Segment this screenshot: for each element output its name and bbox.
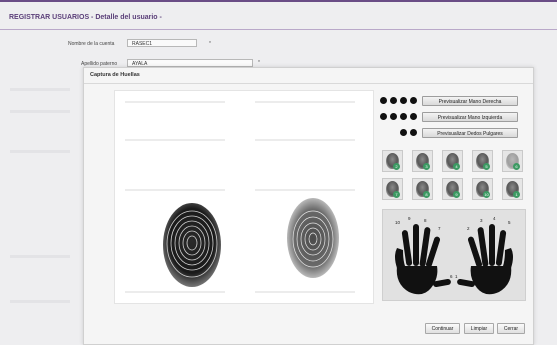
account-name-field[interactable]: RASEC1 [127,39,197,47]
fingerprint-image-right [287,198,339,278]
finger-dot [390,113,397,120]
fingerprint-capture-area [114,90,374,304]
preview-thumbs-button[interactable]: Previsualizar Dedos Pulgares [422,128,518,138]
finger-number: 1 [455,274,458,279]
finger-number-badge: 4 [453,163,460,170]
fingerprint-thumbnail[interactable]: 4 [442,150,463,172]
fingerprint-thumbnails: 2 3 4 5 6 7 8 9 10 1 [382,150,526,204]
finger-number-badge: 3 [423,163,430,170]
title-divider [0,29,557,30]
dialog-title: Captura de Huellas [90,72,140,78]
background-row [10,300,70,303]
finger-number: 6 [450,274,453,279]
fingerprint-thumbnail[interactable]: 10 [472,178,493,200]
fingerprint-thumbnail[interactable]: 5 [472,150,493,172]
preview-left-hand-button[interactable]: Previsualizar Mano Izquierda [422,112,518,122]
fingerprint-thumbnail[interactable]: 2 [382,150,403,172]
finger-number: 3 [480,218,483,223]
finger-dot [380,97,387,104]
required-mark: * [258,60,260,66]
background-row [255,291,355,293]
finger-number: 9 [408,216,411,221]
finger-number-badge: 7 [393,191,400,198]
finger-number: 4 [493,216,496,221]
fingerprint-thumbnail[interactable]: 8 [412,178,433,200]
background-row [10,255,70,258]
background-row [10,88,70,91]
finger-dot [380,113,387,120]
close-button[interactable]: Cerrar [497,323,525,334]
background-row [125,189,225,191]
finger-number-badge: 10 [483,191,490,198]
fingerprint-thumbnail[interactable]: 7 [382,178,403,200]
right-hand-icon [457,224,513,295]
background-row [255,139,355,141]
finger-number-badge: 9 [453,191,460,198]
background-row [255,189,355,191]
finger-dot [400,129,407,136]
fingerprint-thumbnail[interactable]: 3 [412,150,433,172]
page-title: REGISTRAR USUARIOS - Detalle del usuario… [9,14,162,21]
fingerprint-thumbnail[interactable]: 6 [502,150,523,172]
fingerprint-image-left [163,203,221,287]
background-row [125,139,225,141]
clear-button[interactable]: Limpiar [464,323,494,334]
fingerprint-thumbnail[interactable]: 9 [442,178,463,200]
finger-number: 7 [438,226,441,231]
top-accent-line [0,0,557,2]
hands-diagram: 10 9 8 7 6 1 2 3 4 5 [382,209,526,301]
finger-number: 8 [424,218,427,223]
fingerprint-capture-dialog: Captura de Huellas Previsualizar Mano De… [83,67,534,345]
finger-dot [400,113,407,120]
finger-number-badge: 1 [513,191,520,198]
finger-number-badge: 8 [423,191,430,198]
continue-button[interactable]: Continuar [425,323,460,334]
required-mark: * [209,41,211,47]
preview-right-hand-button[interactable]: Previsualizar Mano Derecha [422,96,518,106]
account-name-label: Nombre de la cuenta [68,41,115,47]
finger-dot [410,113,417,120]
dialog-divider [84,83,533,84]
finger-dot [410,97,417,104]
fingerprint-thumbnail[interactable]: 1 [502,178,523,200]
finger-number: 5 [508,220,511,225]
finger-dot [390,97,397,104]
finger-number-badge: 5 [483,163,490,170]
finger-number-badge: 2 [393,163,400,170]
finger-dot [400,97,407,104]
left-hand-icon [395,224,451,295]
background-row [10,150,70,153]
finger-number: 10 [395,220,401,225]
background-row [255,101,355,103]
finger-number: 2 [467,226,470,231]
surname-field[interactable]: AYALA [127,59,253,67]
background-row [125,101,225,103]
finger-number-badge: 6 [513,163,520,170]
background-row [10,110,70,113]
finger-dot [410,129,417,136]
